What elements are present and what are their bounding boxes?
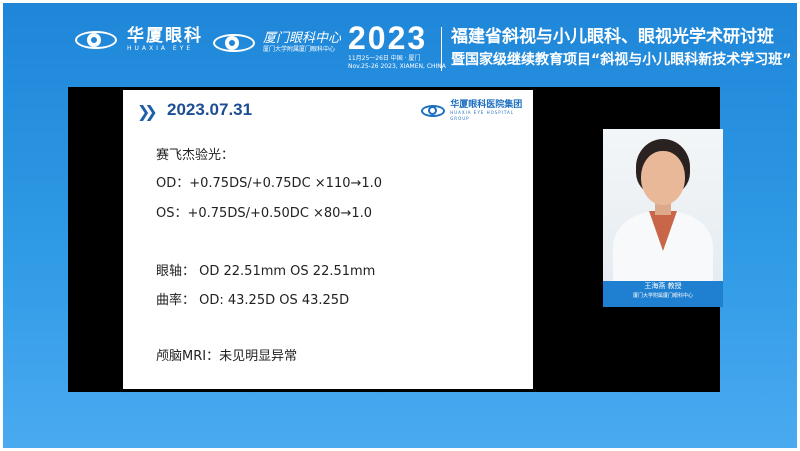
logo1-name-en: HUAXIA EYE [127, 45, 194, 52]
speaker-name: 王海燕 教授 [644, 282, 682, 290]
speaker-nameplate: 王海燕 教授 厦门大学附属厦门眼科中心 [603, 281, 723, 307]
slide-line-od: OD：+0.75DS/+0.75DC ×110→1.0 [156, 176, 383, 191]
logo2-name-cn: 厦门眼科中心 [263, 31, 342, 46]
title-line-1: 福建省斜视与小儿眼科、眼视光学术研讨班 [451, 27, 774, 47]
header-divider [441, 27, 442, 71]
slide-hospital-logo: 华厦眼科医院集团 HUAXIA EYE HOSPITAL GROUP [421, 100, 533, 122]
slide-line-os: OS：+0.75DS/+0.50DC ×80→1.0 [156, 206, 373, 221]
speaker-video-panel: 王海燕 教授 厦门大学附属厦门眼科中心 [603, 129, 723, 307]
slide-line-axial-length: 眼轴： OD 22.51mm OS 22.51mm [156, 264, 376, 279]
frame: 华厦眼科 HUAXIA EYE 厦门眼科中心 厦门大学附属厦门眼科中心 2023… [0, 0, 800, 451]
title-line-2: 暨国家级继续教育项目“斜视与小儿眼科新技术学习班” [451, 52, 792, 68]
conference-date-cn: 11月25一26日 中国 · 厦门 [348, 55, 421, 62]
xiamen-eye-center-logo: 厦门眼科中心 厦门大学附属厦门眼科中心 [213, 31, 341, 54]
slide-logo-cn: 华厦眼科医院集团 [450, 100, 523, 110]
chevron-right-icon: ❯❯ [137, 102, 158, 121]
conference-year: 2023 [348, 20, 428, 56]
eye-icon [421, 104, 446, 118]
slide-line-curvature: 曲率： OD: 43.25D OS 43.25D [156, 293, 350, 308]
conference-date-en: Nov.25-26 2023, XIAMEN, CHINA [348, 63, 446, 70]
logo2-sub: 厦门大学附属厦门眼科中心 [263, 46, 336, 53]
huaxia-eye-logo: 华厦眼科 HUAXIA EYE [75, 27, 203, 53]
eye-icon [213, 32, 257, 54]
video-area: ❯❯ 2023.07.31 华厦眼科医院集团 HUAXIA EYE HOSPIT… [68, 87, 723, 392]
eye-icon [75, 29, 119, 51]
conference-title: 福建省斜视与小儿眼科、眼视光学术研讨班 暨国家级继续教育项目“斜视与小儿眼科新技… [451, 25, 791, 71]
slide-line-refraction-title: 赛飞杰验光： [156, 148, 235, 163]
conference-year-block: 2023 11月25一26日 中国 · 厦门 Nov.25-26 2023, X… [348, 21, 446, 71]
slide-logo-en: HUAXIA EYE HOSPITAL GROUP [450, 110, 514, 121]
speaker-affiliation: 厦门大学附属厦门眼科中心 [632, 293, 693, 299]
slide-date: 2023.07.31 [167, 100, 253, 119]
logo1-name-cn: 华厦眼科 [127, 26, 203, 46]
presentation-slide: ❯❯ 2023.07.31 华厦眼科医院集团 HUAXIA EYE HOSPIT… [123, 90, 533, 389]
slide-line-mri: 颅脑MRI：未见明显异常 [156, 349, 298, 364]
speaker-photo [603, 129, 723, 291]
banner-background: 华厦眼科 HUAXIA EYE 厦门眼科中心 厦门大学附属厦门眼科中心 2023… [3, 3, 797, 448]
